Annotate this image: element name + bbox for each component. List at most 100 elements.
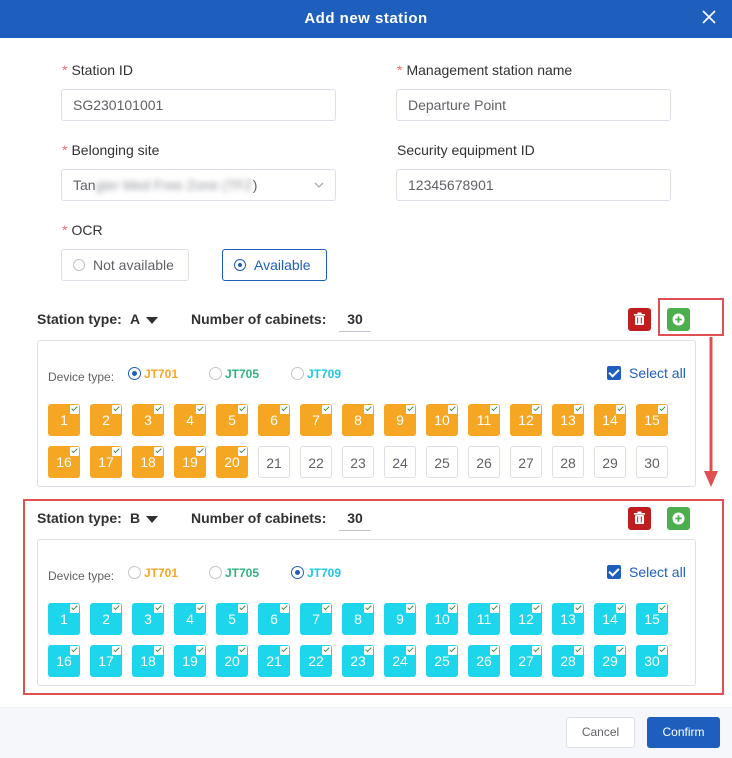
cabinet-number: 9 — [396, 412, 404, 428]
cabinet-20[interactable]: 20 — [216, 446, 248, 478]
cabinet-11[interactable]: 11 — [468, 404, 500, 436]
cabinet-13[interactable]: 13 — [552, 603, 584, 635]
check-icon — [658, 604, 667, 613]
cabinet-17[interactable]: 17 — [90, 446, 122, 478]
cabinet-22[interactable]: 22 — [300, 645, 332, 677]
cabinet-15[interactable]: 15 — [636, 603, 668, 635]
cabinet-9[interactable]: 9 — [384, 404, 416, 436]
cabinet-5[interactable]: 5 — [216, 603, 248, 635]
cabinet-19[interactable]: 19 — [174, 446, 206, 478]
cabinet-number: 23 — [350, 653, 366, 669]
cabinet-10[interactable]: 10 — [426, 603, 458, 635]
cabinets-count-input[interactable]: 30 — [339, 510, 371, 531]
cabinet-16[interactable]: 16 — [48, 446, 80, 478]
cabinet-28[interactable]: 28 — [552, 446, 584, 478]
cancel-button[interactable]: Cancel — [566, 717, 635, 748]
cabinet-3[interactable]: 3 — [132, 404, 164, 436]
cabinet-21[interactable]: 21 — [258, 645, 290, 677]
cabinet-7[interactable]: 7 — [300, 603, 332, 635]
cabinet-21[interactable]: 21 — [258, 446, 290, 478]
cabinet-12[interactable]: 12 — [510, 404, 542, 436]
delete-station-a-button[interactable] — [628, 308, 651, 331]
cabinet-number: 8 — [354, 611, 362, 627]
select-all-checkbox[interactable]: Select all — [607, 365, 692, 383]
station-type-value[interactable]: B — [130, 510, 140, 526]
cabinet-30[interactable]: 30 — [636, 446, 668, 478]
delete-station-b-button[interactable] — [628, 507, 651, 530]
cabinets-count-input[interactable]: 30 — [339, 311, 371, 332]
cabinet-24[interactable]: 24 — [384, 645, 416, 677]
cabinet-number: 28 — [560, 653, 576, 669]
cabinet-7[interactable]: 7 — [300, 404, 332, 436]
belonging-site-select[interactable]: Tangier Med Free Zone (TFZ) — [61, 169, 336, 201]
cabinet-14[interactable]: 14 — [594, 603, 626, 635]
security-equipment-id-input[interactable]: 12345678901 — [396, 169, 671, 201]
confirm-button[interactable]: Confirm — [647, 717, 720, 748]
cabinet-11[interactable]: 11 — [468, 603, 500, 635]
cabinet-30[interactable]: 30 — [636, 645, 668, 677]
cabinet-16[interactable]: 16 — [48, 645, 80, 677]
radio-icon — [209, 367, 222, 380]
cabinet-1[interactable]: 1 — [48, 603, 80, 635]
cabinet-13[interactable]: 13 — [552, 404, 584, 436]
cabinet-14[interactable]: 14 — [594, 404, 626, 436]
cabinet-27[interactable]: 27 — [510, 645, 542, 677]
cabinet-4[interactable]: 4 — [174, 603, 206, 635]
cabinet-23[interactable]: 23 — [342, 645, 374, 677]
cabinet-12[interactable]: 12 — [510, 603, 542, 635]
cabinet-number: 12 — [518, 611, 534, 627]
cabinet-22[interactable]: 22 — [300, 446, 332, 478]
ocr-option-available[interactable]: Available — [222, 249, 327, 281]
management-station-name-input[interactable]: Departure Point — [396, 89, 671, 121]
belonging-site-label: * Belonging site — [62, 142, 160, 158]
cabinet-2[interactable]: 2 — [90, 603, 122, 635]
cabinet-number: 14 — [602, 412, 618, 428]
cabinet-8[interactable]: 8 — [342, 404, 374, 436]
cabinet-number: 27 — [518, 455, 534, 471]
cabinet-number: 15 — [644, 611, 660, 627]
cabinet-2[interactable]: 2 — [90, 404, 122, 436]
cabinet-15[interactable]: 15 — [636, 404, 668, 436]
cabinet-number: 19 — [182, 454, 198, 470]
cabinet-9[interactable]: 9 — [384, 603, 416, 635]
cabinet-5[interactable]: 5 — [216, 404, 248, 436]
cabinet-19[interactable]: 19 — [174, 645, 206, 677]
caret-down-icon[interactable] — [146, 317, 158, 324]
cabinet-26[interactable]: 26 — [468, 446, 500, 478]
cabinet-6[interactable]: 6 — [258, 404, 290, 436]
cabinet-1[interactable]: 1 — [48, 404, 80, 436]
check-icon — [154, 405, 163, 414]
check-icon — [322, 646, 331, 655]
select-all-checkbox[interactable]: Select all — [607, 564, 692, 582]
cabinet-number: 16 — [56, 454, 72, 470]
cabinet-25[interactable]: 25 — [426, 645, 458, 677]
caret-down-icon[interactable] — [146, 516, 158, 523]
station-id-input[interactable]: SG230101001 — [61, 89, 336, 121]
station-type-value[interactable]: A — [130, 311, 140, 327]
cabinet-number: 21 — [266, 455, 282, 471]
cabinet-25[interactable]: 25 — [426, 446, 458, 478]
cabinet-29[interactable]: 29 — [594, 645, 626, 677]
cabinet-27[interactable]: 27 — [510, 446, 542, 478]
cabinet-20[interactable]: 20 — [216, 645, 248, 677]
check-icon — [154, 604, 163, 613]
cabinet-number: 4 — [186, 412, 194, 428]
cabinet-28[interactable]: 28 — [552, 645, 584, 677]
cabinet-4[interactable]: 4 — [174, 404, 206, 436]
cabinet-10[interactable]: 10 — [426, 404, 458, 436]
cabinet-26[interactable]: 26 — [468, 645, 500, 677]
add-station-button[interactable] — [667, 507, 690, 530]
cabinet-18[interactable]: 18 — [132, 446, 164, 478]
ocr-option-not-available[interactable]: Not available — [61, 249, 189, 281]
check-icon — [406, 646, 415, 655]
cabinet-8[interactable]: 8 — [342, 603, 374, 635]
cabinet-23[interactable]: 23 — [342, 446, 374, 478]
cabinet-6[interactable]: 6 — [258, 603, 290, 635]
close-icon[interactable] — [700, 8, 718, 26]
cabinet-3[interactable]: 3 — [132, 603, 164, 635]
cabinet-29[interactable]: 29 — [594, 446, 626, 478]
check-icon — [364, 646, 373, 655]
cabinet-24[interactable]: 24 — [384, 446, 416, 478]
cabinet-18[interactable]: 18 — [132, 645, 164, 677]
cabinet-17[interactable]: 17 — [90, 645, 122, 677]
